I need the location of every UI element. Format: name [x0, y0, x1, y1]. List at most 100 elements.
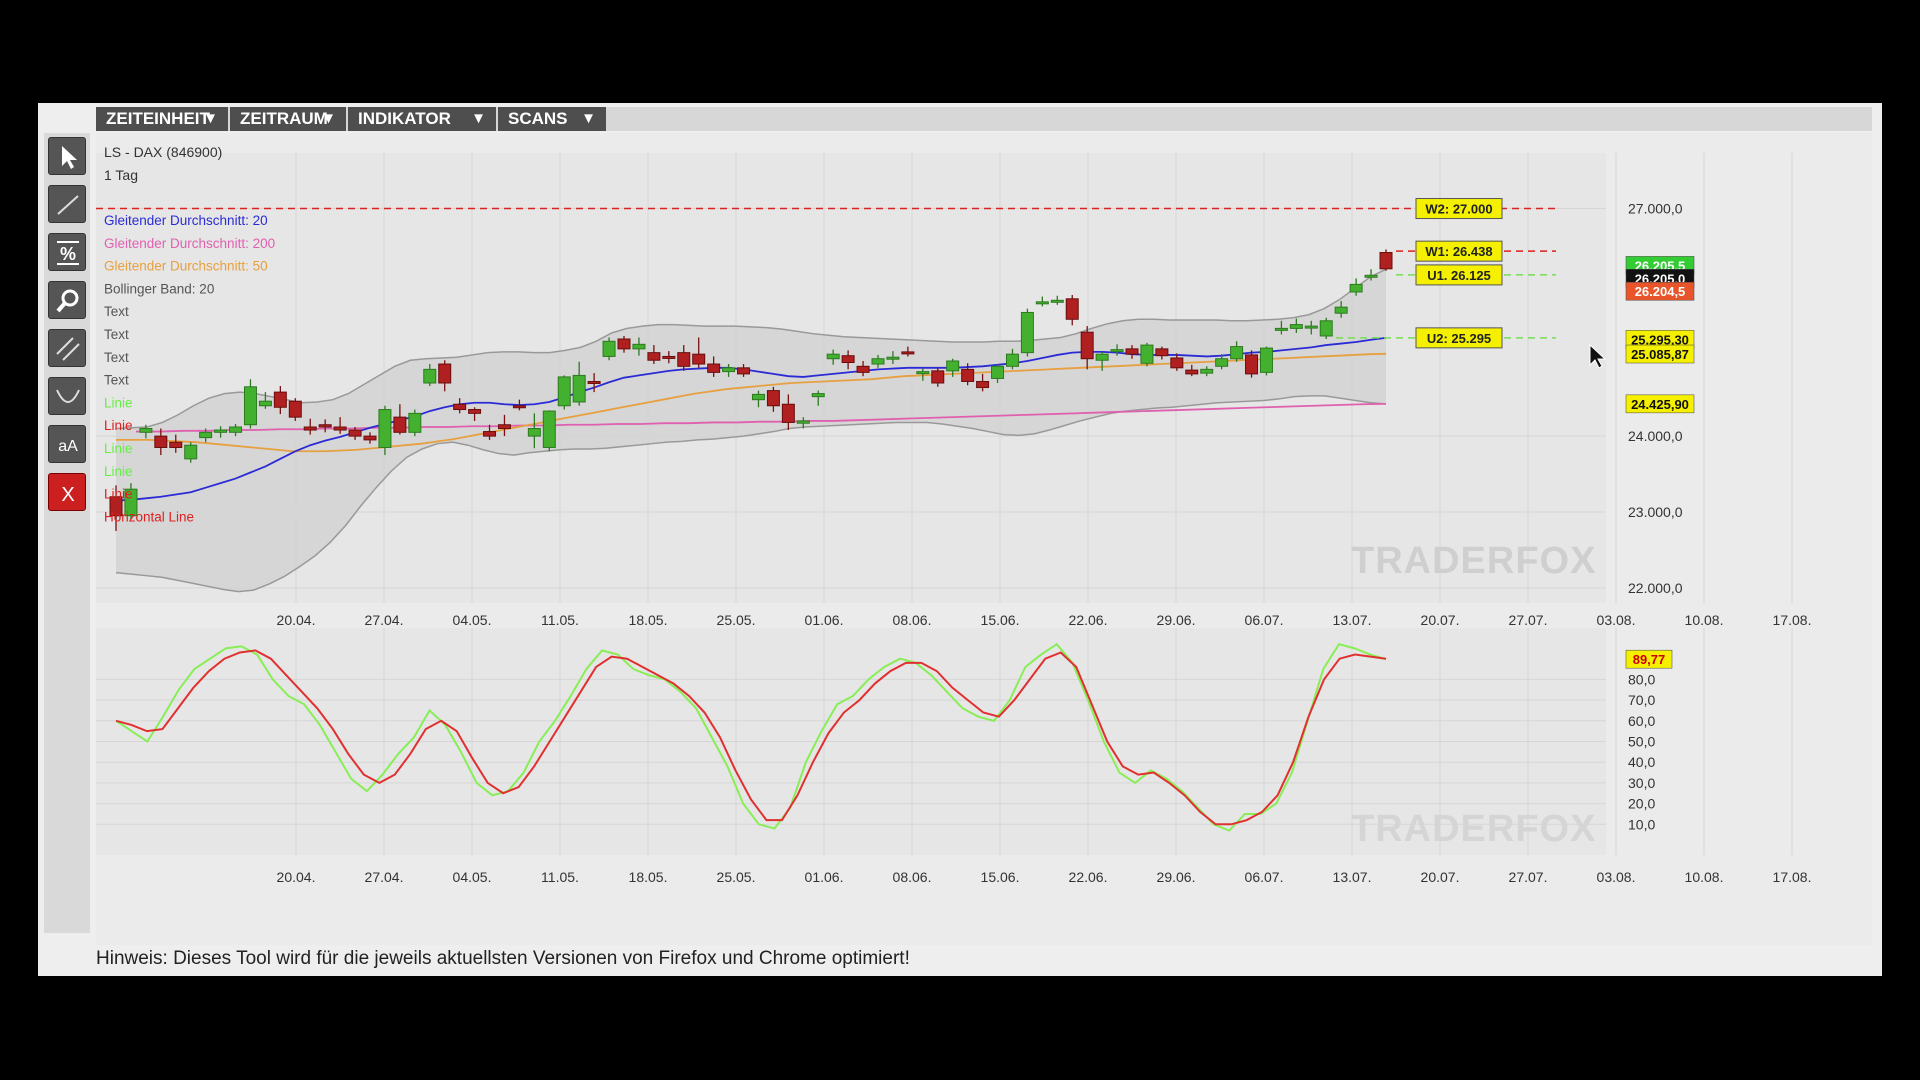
parallel-lines-button[interactable]	[48, 329, 86, 367]
date-tick-label: 27.04.	[365, 869, 404, 885]
menu-indikator[interactable]: INDIKATOR ▼	[348, 107, 498, 131]
candle-bearish	[1245, 354, 1259, 375]
date-tick-label: 25.05.	[717, 612, 756, 628]
date-tick-label: 08.06.	[893, 612, 932, 628]
candle-bearish	[781, 403, 795, 423]
date-tick-label: 25.05.	[717, 869, 756, 885]
zoom-tool-button[interactable]	[48, 281, 86, 319]
parallel-lines-icon	[56, 337, 80, 361]
date-tick-label: 27.07.	[1509, 869, 1548, 885]
candle-bearish	[393, 416, 407, 433]
candle-bearish	[303, 426, 317, 431]
candle-bearish	[1080, 331, 1094, 360]
date-tick-label: 13.07.	[1333, 869, 1372, 885]
select-tool-button[interactable]	[48, 137, 86, 175]
candle-bullish	[1005, 353, 1019, 367]
candle-bearish	[333, 426, 347, 431]
stoch-tick-label: 80,0	[1628, 671, 1655, 687]
level-label-text: U1. 26.125	[1427, 268, 1491, 283]
date-tick-label: 08.06.	[893, 869, 932, 885]
candle-bearish	[617, 338, 631, 350]
menu-zeitraum[interactable]: ZEITRAUM ▼	[230, 107, 348, 131]
date-tick-label: 20.07.	[1421, 869, 1460, 885]
menu-indikator-label: INDIKATOR	[358, 109, 451, 128]
candle-bearish	[1379, 252, 1393, 270]
watermark-logo: TRADERFOX	[1351, 540, 1596, 582]
legend-item: Horizontal Line	[104, 509, 194, 524]
legend-item: Text	[104, 304, 129, 319]
date-tick-label: 01.06.	[805, 612, 844, 628]
price-badge-text: 26.204,5	[1635, 284, 1686, 299]
legend-item: Gleitender Durchschnitt: 50	[104, 259, 268, 274]
price-tick-label: 24.000,0	[1628, 428, 1683, 444]
candle-bearish	[169, 441, 183, 448]
price-badge-text: 25.085,87	[1631, 347, 1689, 362]
date-tick-label: 10.08.	[1685, 612, 1724, 628]
delete-drawings-button[interactable]: X	[48, 473, 86, 511]
curve-tool-button[interactable]	[48, 377, 86, 415]
candle-bullish	[557, 376, 571, 407]
chevron-down-icon: ▼	[581, 110, 596, 127]
candle-bullish	[184, 444, 198, 460]
date-tick-label: 13.07.	[1333, 612, 1372, 628]
candle-bullish	[1274, 327, 1288, 331]
chart-area[interactable]: 20.04. 20.04. 27.04. 27.04. 04.05. 04.05. 11.0…	[96, 133, 1872, 945]
legend-item: Linie	[104, 441, 133, 456]
line-tool-button[interactable]	[48, 185, 86, 223]
candle-bullish	[1140, 344, 1154, 364]
line-tool-icon	[57, 195, 79, 215]
date-tick-label: 01.06.	[805, 869, 844, 885]
price-tick-label: 27.000,0	[1628, 201, 1683, 217]
menu-scans-label: SCANS	[508, 109, 568, 128]
candle-bullish	[722, 367, 736, 373]
candle-bullish	[916, 371, 930, 375]
candle-bullish	[1200, 368, 1214, 374]
chart-window: ZEITEINHEIT ▼ ZEITRAUM ▼ INDIKATOR ▼ SCA…	[38, 103, 1882, 976]
level-label-box: U1. 26.125	[1415, 264, 1503, 286]
watermark-logo: TRADERFOX	[1351, 808, 1596, 850]
stoch-tick-label: 30,0	[1628, 775, 1655, 791]
menu-zeitraum-label: ZEITRAUM	[240, 109, 328, 128]
candle-bullish	[378, 409, 392, 448]
candlestick-chart[interactable]: 20.04. 20.04. 27.04. 27.04. 04.05. 04.05. 11.0…	[96, 133, 1872, 945]
text-tool-button[interactable]: aA	[48, 425, 86, 463]
price-tick-label: 22.000,0	[1628, 580, 1683, 596]
candle-bearish	[1185, 369, 1199, 375]
legend-item: Linie	[104, 487, 133, 502]
candle-bullish	[229, 426, 243, 433]
menu-zeiteinheit[interactable]: ZEITEINHEIT ▼	[96, 107, 230, 131]
candle-bullish	[542, 410, 556, 448]
stoch-tick-label: 60,0	[1628, 713, 1655, 729]
candle-bearish	[154, 435, 168, 448]
text-tool-icon: aA	[58, 438, 78, 455]
candle-bullish	[1050, 299, 1064, 303]
percent-tool-icon: %	[57, 241, 79, 265]
legend-item: Linie	[104, 464, 133, 479]
percent-tool-button[interactable]: %	[48, 233, 86, 271]
zoom-icon	[56, 289, 79, 313]
candle-bearish	[931, 370, 945, 384]
candle-bullish	[139, 428, 153, 433]
legend-item: Bollinger Band: 20	[104, 281, 214, 296]
candle-bullish	[527, 428, 541, 437]
date-tick-label: 27.04.	[365, 612, 404, 628]
footer-note: Hinweis: Dieses Tool wird für die jeweil…	[96, 948, 910, 969]
level-label-text: W1: 26.438	[1425, 244, 1492, 259]
drawing-toolbar: % aA X	[44, 133, 90, 933]
instrument-name: LS - DAX (846900)	[104, 144, 222, 160]
stoch-tick-label: 40,0	[1628, 754, 1655, 770]
date-tick-label: 29.06.	[1157, 869, 1196, 885]
stoch-tick-label: 10,0	[1628, 816, 1655, 832]
candle-bearish	[692, 353, 706, 365]
candle-bullish	[826, 353, 840, 360]
date-tick-label: 11.05.	[541, 612, 579, 628]
chevron-down-icon: ▼	[203, 110, 218, 127]
level-label-text: W2: 27.000	[1425, 202, 1492, 217]
timeframe-label: 1 Tag	[104, 167, 138, 183]
candle-bullish	[751, 393, 765, 401]
menu-scans[interactable]: SCANS ▼	[498, 107, 608, 131]
candle-bearish	[766, 390, 780, 407]
candle-bearish	[856, 365, 870, 373]
stoch-tick-label: 70,0	[1628, 692, 1655, 708]
candle-bearish	[483, 431, 497, 437]
